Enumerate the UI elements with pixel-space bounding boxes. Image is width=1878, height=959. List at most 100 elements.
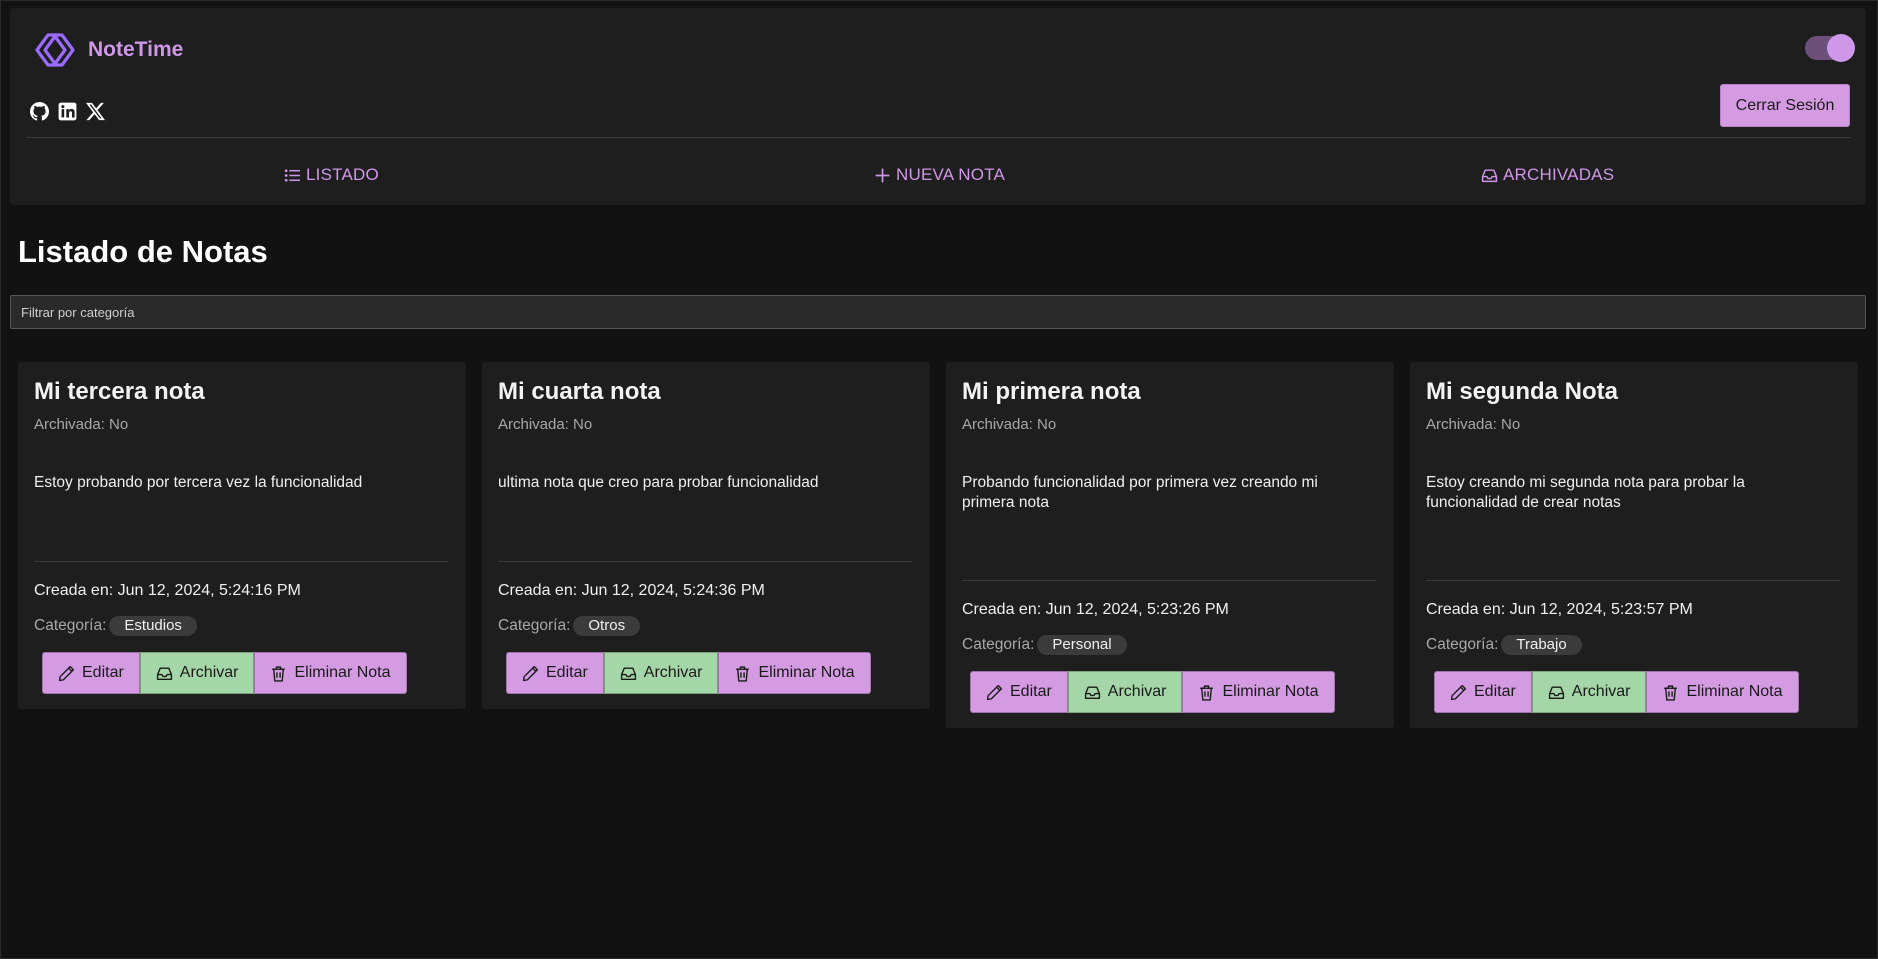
archive-button[interactable]: Archivar: [1531, 671, 1647, 713]
category-badge: Trabajo: [1501, 635, 1582, 655]
note-card: Mi primera nota Archivada: No Probando f…: [946, 362, 1394, 728]
nav-label: LISTADO: [306, 165, 379, 184]
edit-button[interactable]: Editar: [1434, 671, 1532, 713]
button-label: Editar: [82, 664, 124, 681]
note-archived-status: Archivada: No: [34, 416, 129, 433]
category-badge: Otros: [573, 616, 641, 636]
note-created-date: Creada en: Jun 12, 2024, 5:24:36 PM: [498, 582, 765, 599]
note-actions: Editar Archivar Eliminar Nota: [970, 671, 1335, 713]
note-content: ultima nota que creo para probar funcion…: [498, 474, 819, 491]
social-links: [30, 102, 105, 121]
edit-button[interactable]: Editar: [506, 652, 604, 694]
inbox-icon: [1481, 168, 1498, 182]
note-title: Mi tercera nota: [34, 378, 205, 405]
button-label: Editar: [546, 664, 588, 681]
logout-button[interactable]: Cerrar Sesión: [1720, 84, 1850, 127]
top-header: NoteTime Cerrar Sesión LISTADO NUEVA NOT…: [10, 8, 1866, 205]
nav-archivadas[interactable]: ARCHIVADAS: [1481, 155, 1614, 195]
note-created-date: Creada en: Jun 12, 2024, 5:23:57 PM: [1426, 601, 1693, 618]
category-badge: Estudios: [109, 616, 197, 636]
delete-button[interactable]: Eliminar Nota: [1182, 671, 1335, 713]
category-label: Categoría:: [498, 617, 571, 634]
note-category: Categoría: Trabajo: [1426, 635, 1582, 655]
theme-toggle[interactable]: [1805, 34, 1855, 62]
note-archived-status: Archivada: No: [498, 416, 593, 433]
inbox-icon: [1548, 685, 1564, 699]
button-label: Archivar: [643, 664, 703, 681]
button-label: Archivar: [1571, 683, 1631, 700]
brand-name: NoteTime: [88, 38, 184, 61]
header-divider: [26, 137, 1851, 138]
archive-button[interactable]: Archivar: [603, 652, 719, 694]
trash-icon: [272, 665, 286, 682]
app-window: NoteTime Cerrar Sesión LISTADO NUEVA NOT…: [0, 0, 1878, 959]
plus-icon: [875, 168, 890, 182]
button-label: Editar: [1010, 683, 1052, 700]
edit-button[interactable]: Editar: [970, 671, 1068, 713]
button-label: Archivar: [1107, 683, 1167, 700]
inbox-icon: [156, 666, 172, 680]
pencil-icon: [1450, 684, 1467, 700]
archive-button[interactable]: Archivar: [139, 652, 255, 694]
note-card: Mi segunda Nota Archivada: No Estoy crea…: [1410, 362, 1858, 728]
note-archived-status: Archivada: No: [1426, 416, 1521, 433]
nav-label: NUEVA NOTA: [896, 165, 1006, 184]
note-content: Estoy creando mi segunda nota para proba…: [1426, 474, 1745, 511]
pencil-icon: [522, 665, 539, 681]
card-divider: [34, 561, 448, 562]
note-archived-status: Archivada: No: [962, 416, 1057, 433]
edit-button[interactable]: Editar: [42, 652, 140, 694]
note-title: Mi primera nota: [962, 378, 1141, 405]
note-created-date: Creada en: Jun 12, 2024, 5:23:26 PM: [962, 601, 1229, 618]
card-divider: [962, 580, 1376, 581]
note-title: Mi segunda Nota: [1426, 378, 1619, 405]
note-content: Estoy probando por tercera vez la funcio…: [34, 474, 363, 491]
note-actions: Editar Archivar Eliminar Nota: [1434, 671, 1799, 713]
button-label: Eliminar Nota: [1222, 683, 1319, 700]
button-label: Eliminar Nota: [294, 664, 391, 681]
list-icon: [284, 168, 300, 182]
note-actions: Editar Archivar Eliminar Nota: [506, 652, 871, 694]
toggle-knob: [1827, 34, 1855, 62]
button-label: Eliminar Nota: [1686, 683, 1783, 700]
pencil-icon: [986, 684, 1003, 700]
note-card: Mi tercera nota Archivada: No Estoy prob…: [18, 362, 466, 709]
linkedin-icon[interactable]: [58, 102, 77, 121]
card-divider: [1426, 580, 1840, 581]
delete-button[interactable]: Eliminar Nota: [718, 652, 871, 694]
trash-icon: [1664, 684, 1678, 701]
trash-icon: [736, 665, 750, 682]
main-nav: LISTADO NUEVA NOTA ARCHIVADAS: [10, 155, 1866, 195]
button-label: Editar: [1474, 683, 1516, 700]
note-content: Probando funcionalidad por primera vez c…: [962, 474, 1318, 511]
note-actions: Editar Archivar Eliminar Nota: [42, 652, 407, 694]
note-category: Categoría: Estudios: [34, 616, 197, 636]
card-divider: [498, 561, 912, 562]
note-category: Categoría: Personal: [962, 635, 1127, 655]
category-label: Categoría:: [34, 617, 107, 634]
trash-icon: [1200, 684, 1214, 701]
brand[interactable]: NoteTime: [32, 30, 183, 70]
nav-label: ARCHIVADAS: [1503, 165, 1615, 184]
note-title: Mi cuarta nota: [498, 378, 661, 405]
x-twitter-icon[interactable]: [86, 102, 105, 121]
page-title: Listado de Notas: [18, 234, 268, 269]
nav-nueva-nota[interactable]: NUEVA NOTA: [874, 155, 1005, 195]
button-label: Eliminar Nota: [758, 664, 855, 681]
notetime-logo-icon: [35, 33, 75, 67]
nav-listado[interactable]: LISTADO: [284, 155, 379, 195]
github-icon[interactable]: [30, 102, 49, 121]
note-card: Mi cuarta nota Archivada: No ultima nota…: [482, 362, 930, 709]
category-label: Categoría:: [1426, 636, 1499, 653]
archive-button[interactable]: Archivar: [1067, 671, 1183, 713]
inbox-icon: [1084, 685, 1100, 699]
button-label: Archivar: [179, 664, 239, 681]
delete-button[interactable]: Eliminar Nota: [1646, 671, 1799, 713]
delete-button[interactable]: Eliminar Nota: [254, 652, 407, 694]
category-label: Categoría:: [962, 636, 1035, 653]
pencil-icon: [58, 665, 75, 681]
category-filter-input[interactable]: [10, 295, 1866, 329]
inbox-icon: [620, 666, 636, 680]
category-badge: Personal: [1037, 635, 1127, 655]
note-category: Categoría: Otros: [498, 616, 641, 636]
